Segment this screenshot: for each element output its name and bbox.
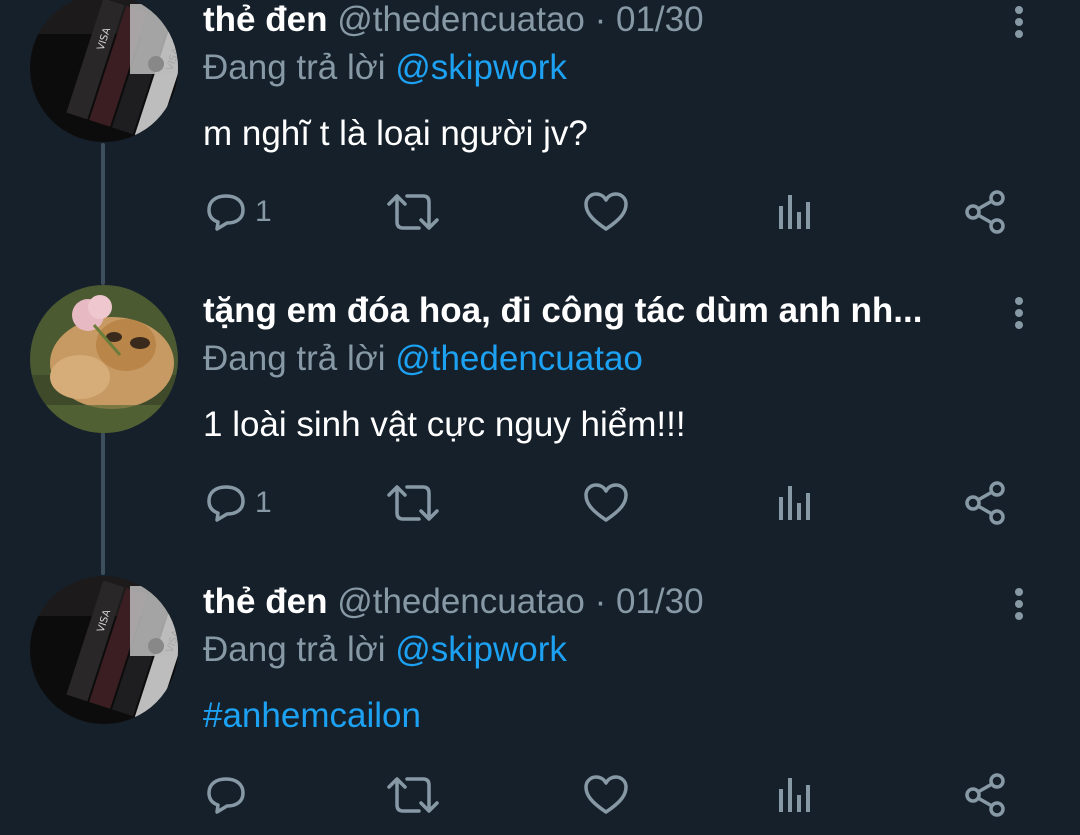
share-nodes-icon bbox=[965, 481, 1005, 525]
more-options-button[interactable] bbox=[1004, 584, 1034, 624]
separator-dot: · bbox=[594, 582, 607, 621]
tweet-date[interactable]: 01/30 bbox=[616, 0, 704, 39]
tweet-actions bbox=[0, 770, 1080, 820]
user-handle[interactable]: @thedencuatao bbox=[337, 582, 585, 621]
share-nodes-icon bbox=[965, 773, 1005, 817]
tweet-header: tặng em đóa hoa, đi công tác dùm anh nh.… bbox=[203, 291, 983, 331]
vertical-dots-icon bbox=[1015, 6, 1023, 38]
tweet-2[interactable]: tặng em đóa hoa, đi công tác dùm anh nh.… bbox=[0, 285, 1080, 571]
heart-outline-icon bbox=[584, 775, 628, 814]
reply-button[interactable]: 1 bbox=[203, 478, 272, 528]
analytics-button[interactable] bbox=[776, 770, 816, 820]
reply-count: 1 bbox=[255, 486, 272, 519]
speech-bubble-icon bbox=[207, 485, 245, 522]
more-options-button[interactable] bbox=[1004, 2, 1034, 42]
avatar[interactable]: VISA VISA bbox=[30, 0, 178, 142]
hashtag-link[interactable]: #anhemcailon bbox=[203, 694, 421, 738]
reply-button[interactable]: 1 bbox=[203, 187, 272, 237]
replying-to: Đang trả lời @thedencuatao bbox=[203, 339, 643, 379]
tweet-1[interactable]: VISA VISA thẻ đen @thedencuatao · 01/30 … bbox=[0, 0, 1080, 280]
share-button[interactable] bbox=[964, 187, 1008, 237]
retweet-button[interactable] bbox=[385, 187, 441, 237]
tweet-date[interactable]: 01/30 bbox=[616, 582, 704, 621]
vertical-dots-icon bbox=[1015, 297, 1023, 329]
like-button[interactable] bbox=[583, 187, 629, 237]
tweet-actions: 1 bbox=[0, 478, 1080, 528]
mention-link[interactable]: @skipwork bbox=[395, 630, 567, 669]
retweet-button[interactable] bbox=[385, 770, 441, 820]
reply-button[interactable] bbox=[203, 770, 255, 820]
mention-link[interactable]: @skipwork bbox=[395, 48, 567, 87]
display-name[interactable]: thẻ đen bbox=[203, 582, 327, 621]
avatar[interactable]: VISA VISA bbox=[30, 576, 178, 724]
retweet-arrows-icon bbox=[387, 777, 439, 813]
retweet-arrows-icon bbox=[387, 485, 439, 521]
tweet-text: m nghĩ t là loại người jv? bbox=[203, 114, 588, 153]
more-options-button[interactable] bbox=[1004, 293, 1034, 333]
speech-bubble-icon bbox=[207, 194, 245, 231]
tweet-3[interactable]: VISA VISA thẻ đen @thedencuatao · 01/30 … bbox=[0, 576, 1080, 835]
heart-outline-icon bbox=[584, 192, 628, 231]
retweet-button[interactable] bbox=[385, 478, 441, 528]
bar-chart-icon bbox=[779, 778, 810, 812]
heart-outline-icon bbox=[584, 483, 628, 522]
separator-dot: · bbox=[594, 0, 607, 39]
analytics-button[interactable] bbox=[776, 478, 816, 528]
replying-to: Đang trả lời @skipwork bbox=[203, 630, 567, 670]
analytics-button[interactable] bbox=[776, 187, 816, 237]
share-nodes-icon bbox=[965, 190, 1005, 234]
display-name[interactable]: tặng em đóa hoa, đi công tác dùm anh nh.… bbox=[203, 291, 922, 330]
user-handle[interactable]: @thedencuatao bbox=[337, 0, 585, 39]
speech-bubble-icon bbox=[207, 777, 245, 814]
display-name[interactable]: thẻ đen bbox=[203, 0, 327, 39]
retweet-arrows-icon bbox=[387, 194, 439, 230]
reply-count: 1 bbox=[255, 195, 272, 228]
tweet-text: 1 loài sinh vật cực nguy hiểm!!! bbox=[203, 405, 686, 444]
mention-link[interactable]: @thedencuatao bbox=[395, 339, 643, 378]
avatar[interactable] bbox=[30, 285, 178, 433]
replying-to: Đang trả lời @skipwork bbox=[203, 48, 567, 88]
tweet-header: thẻ đen @thedencuatao · 01/30 bbox=[203, 0, 704, 40]
replying-prefix: Đang trả lời bbox=[203, 630, 386, 669]
replying-prefix: Đang trả lời bbox=[203, 48, 386, 87]
share-button[interactable] bbox=[964, 478, 1008, 528]
replying-prefix: Đang trả lời bbox=[203, 339, 386, 378]
share-button[interactable] bbox=[964, 770, 1008, 820]
like-button[interactable] bbox=[583, 478, 629, 528]
bar-chart-icon bbox=[779, 486, 810, 520]
bar-chart-icon bbox=[779, 195, 810, 229]
vertical-dots-icon bbox=[1015, 588, 1023, 620]
like-button[interactable] bbox=[583, 770, 629, 820]
tweet-header: thẻ đen @thedencuatao · 01/30 bbox=[203, 582, 704, 622]
tweet-actions: 1 bbox=[0, 187, 1080, 237]
